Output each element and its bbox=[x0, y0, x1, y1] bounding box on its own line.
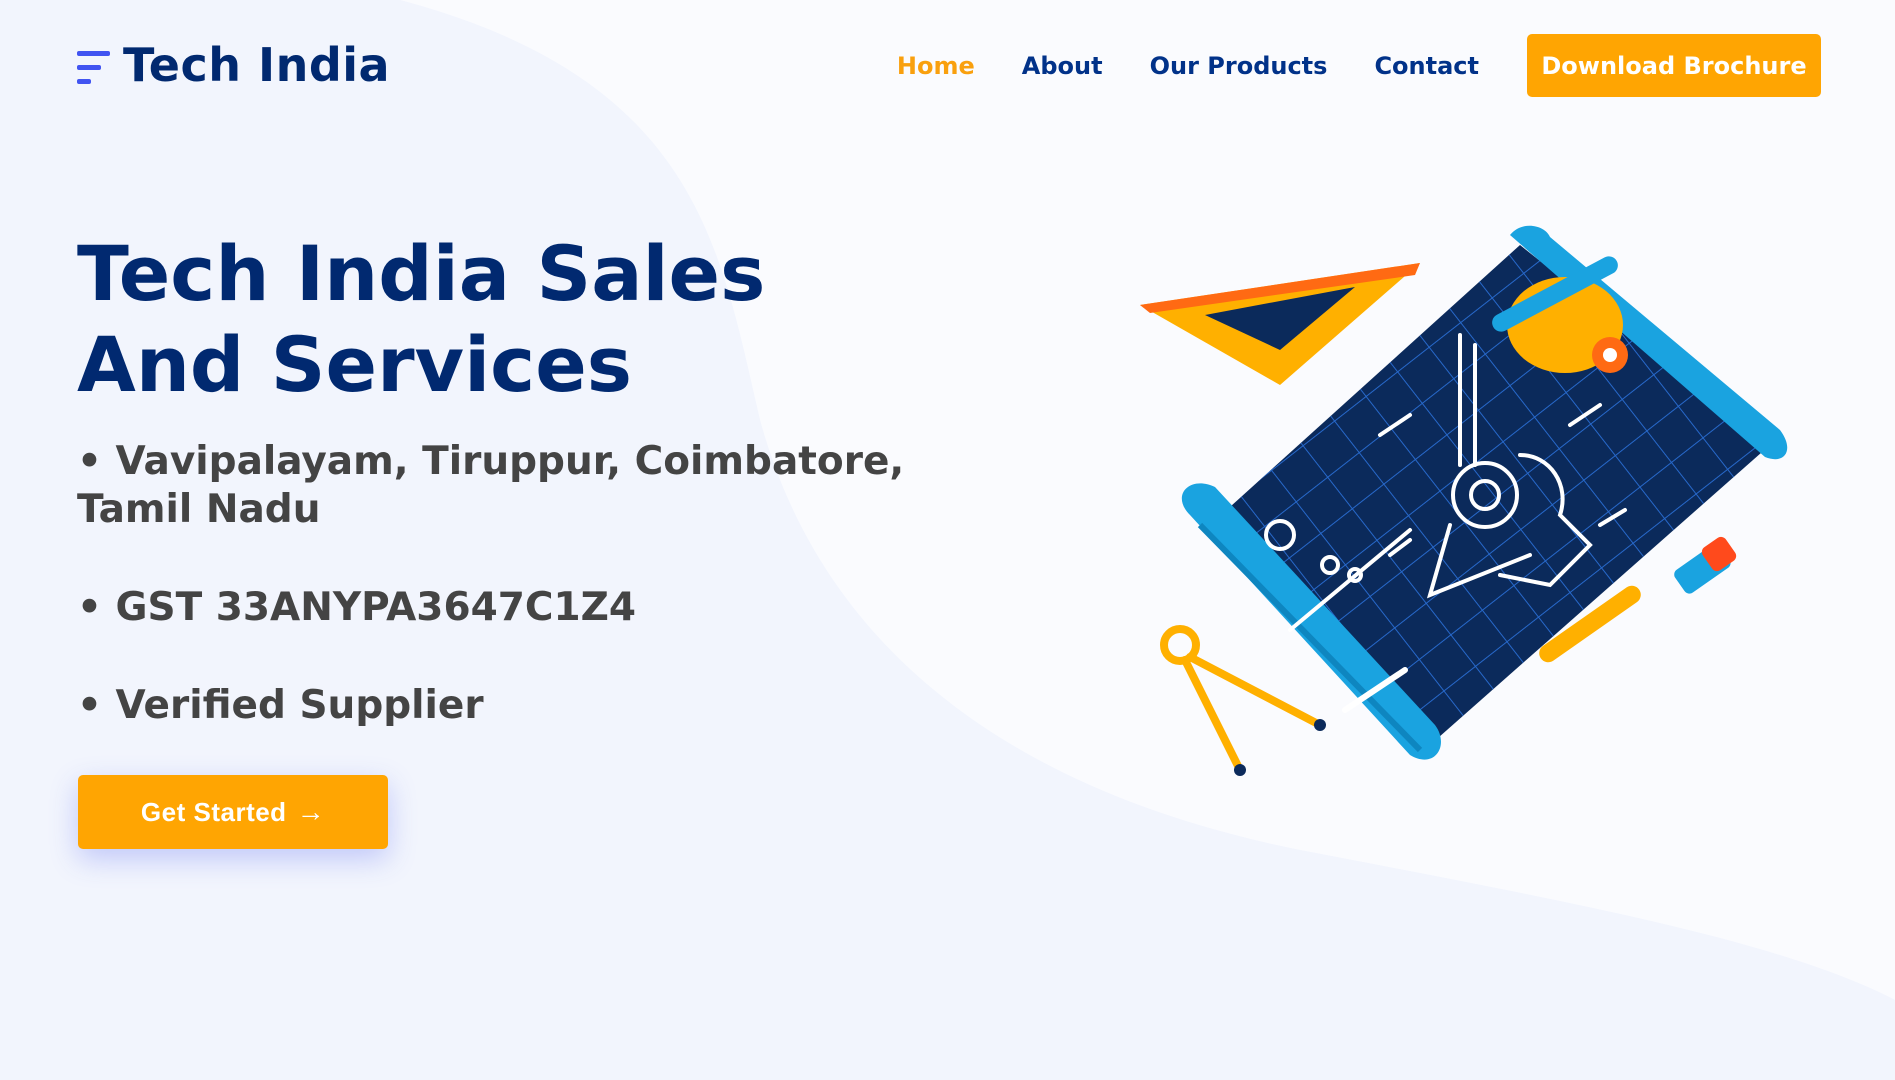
blueprint-illustration bbox=[1140, 225, 1788, 776]
nav-link-products[interactable]: Our Products bbox=[1150, 52, 1328, 80]
nav-link-contact[interactable]: Contact bbox=[1374, 52, 1479, 80]
hero-title: Tech India Sales And Services bbox=[77, 229, 766, 409]
gst-item: • GST 33ANYPA3647C1Z4 bbox=[77, 585, 637, 630]
nav-link-about[interactable]: About bbox=[1022, 52, 1103, 80]
hero-section: Tech India Sales And Services • Vavipala… bbox=[77, 228, 977, 730]
eraser-tool bbox=[1674, 536, 1737, 594]
get-started-button[interactable]: Get Started → bbox=[78, 775, 388, 849]
get-started-label: Get Started bbox=[140, 796, 287, 827]
logo-link[interactable]: Tech India bbox=[77, 38, 390, 92]
verified-item: • Verified Supplier bbox=[77, 683, 484, 728]
main-nav: Home About Our Products Contact Download… bbox=[850, 34, 1821, 97]
menu-lines-icon bbox=[77, 43, 111, 87]
site-header: Tech India Home About Our Products Conta… bbox=[0, 0, 1895, 132]
arrow-right-icon: → bbox=[296, 796, 326, 827]
download-brochure-button[interactable]: Download Brochure bbox=[1527, 34, 1821, 97]
triangle-ruler bbox=[1140, 263, 1420, 385]
address-item: • Vavipalayam, Tiruppur, Coimbatore, Tam… bbox=[77, 439, 905, 532]
hero-details-list: • Vavipalayam, Tiruppur, Coimbatore, Tam… bbox=[77, 438, 977, 730]
brand-name: Tech India bbox=[123, 38, 391, 92]
nav-link-home[interactable]: Home bbox=[897, 52, 975, 80]
compass-tool bbox=[1160, 625, 1326, 776]
